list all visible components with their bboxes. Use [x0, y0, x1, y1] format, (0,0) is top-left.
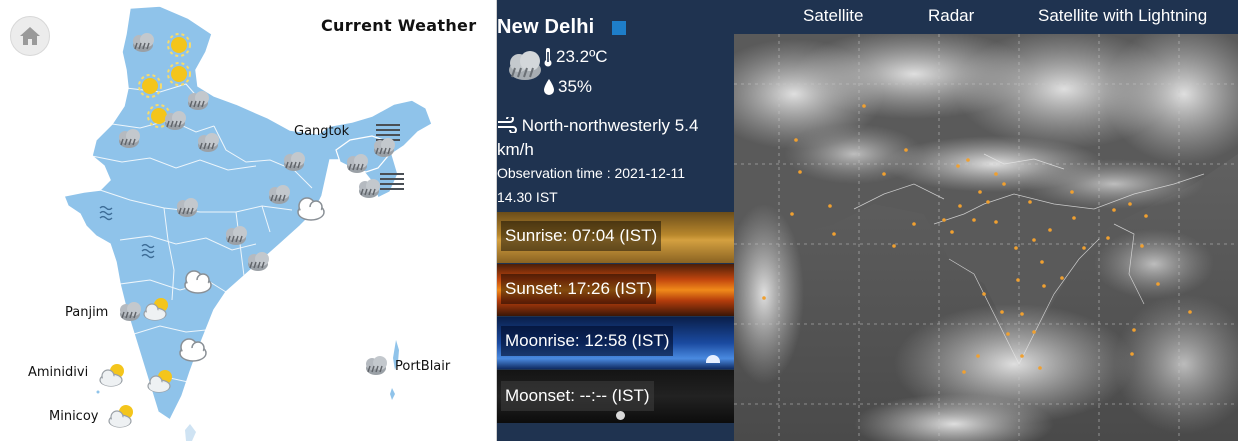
cloudy-icon — [509, 51, 541, 80]
thermometer-icon — [544, 48, 552, 67]
map-title: Current Weather — [321, 16, 477, 35]
sunrise-label: Sunrise: 07:04 (IST) — [501, 221, 662, 251]
moon-icon — [616, 411, 625, 420]
observation-time-line2: 14.30 IST — [497, 189, 558, 205]
observation-time: Observation time : 2021-12-11 14.30 IST — [497, 161, 727, 209]
humidity-value: 35% — [558, 77, 593, 96]
temperature-row: 23.2ºC — [543, 47, 608, 67]
city-label-gangtok[interactable]: Gangtok — [294, 124, 349, 139]
humidity-row: 35% — [543, 77, 592, 97]
satellite-panel: Satellite Radar Satellite with Lightning — [734, 0, 1238, 441]
current-weather-map-panel: Current Weather Gangtok Panjim Aminidivi… — [0, 0, 497, 441]
satellite-image[interactable] — [734, 34, 1238, 441]
city-label-aminidivi[interactable]: Aminidivi — [28, 365, 88, 380]
city-weather-panel: New Delhi 23.2ºC 35% North-northwesterly… — [497, 0, 734, 441]
moonset-label: Moonset: --:-- (IST) — [501, 381, 654, 411]
sunset-band: Sunset: 17:26 (IST) — [497, 264, 734, 316]
home-icon — [20, 27, 40, 45]
home-button[interactable] — [10, 16, 50, 56]
moon-icon — [706, 355, 720, 363]
city-name: New Delhi — [497, 16, 595, 38]
satellite-tab-bar: Satellite Radar Satellite with Lightning — [734, 0, 1238, 34]
city-marker-icon — [612, 21, 626, 35]
wind-icon — [498, 115, 517, 134]
moonset-band: Moonset: --:-- (IST) — [497, 370, 734, 423]
moonrise-label: Moonrise: 12:58 (IST) — [501, 326, 674, 356]
humidity-drop-icon — [544, 79, 554, 95]
tab-satellite[interactable]: Satellite — [803, 6, 863, 26]
city-label-minicoy[interactable]: Minicoy — [49, 409, 98, 424]
wind-info: North-northwesterly 5.4 km/h — [497, 114, 729, 162]
tab-satellite-with-lightning[interactable]: Satellite with Lightning — [1038, 6, 1207, 26]
tab-radar[interactable]: Radar — [928, 6, 974, 26]
observation-time-line1: Observation time : 2021-12-11 — [497, 165, 686, 181]
wind-value: North-northwesterly 5.4 km/h — [497, 116, 699, 159]
city-label-portblair[interactable]: PortBlair — [395, 359, 450, 374]
temperature-value: 23.2ºC — [556, 47, 608, 66]
sunrise-band: Sunrise: 07:04 (IST) — [497, 212, 734, 263]
moonrise-band: Moonrise: 12:58 (IST) — [497, 317, 734, 369]
sunset-label: Sunset: 17:26 (IST) — [501, 274, 657, 304]
city-label-panjim[interactable]: Panjim — [65, 305, 108, 320]
